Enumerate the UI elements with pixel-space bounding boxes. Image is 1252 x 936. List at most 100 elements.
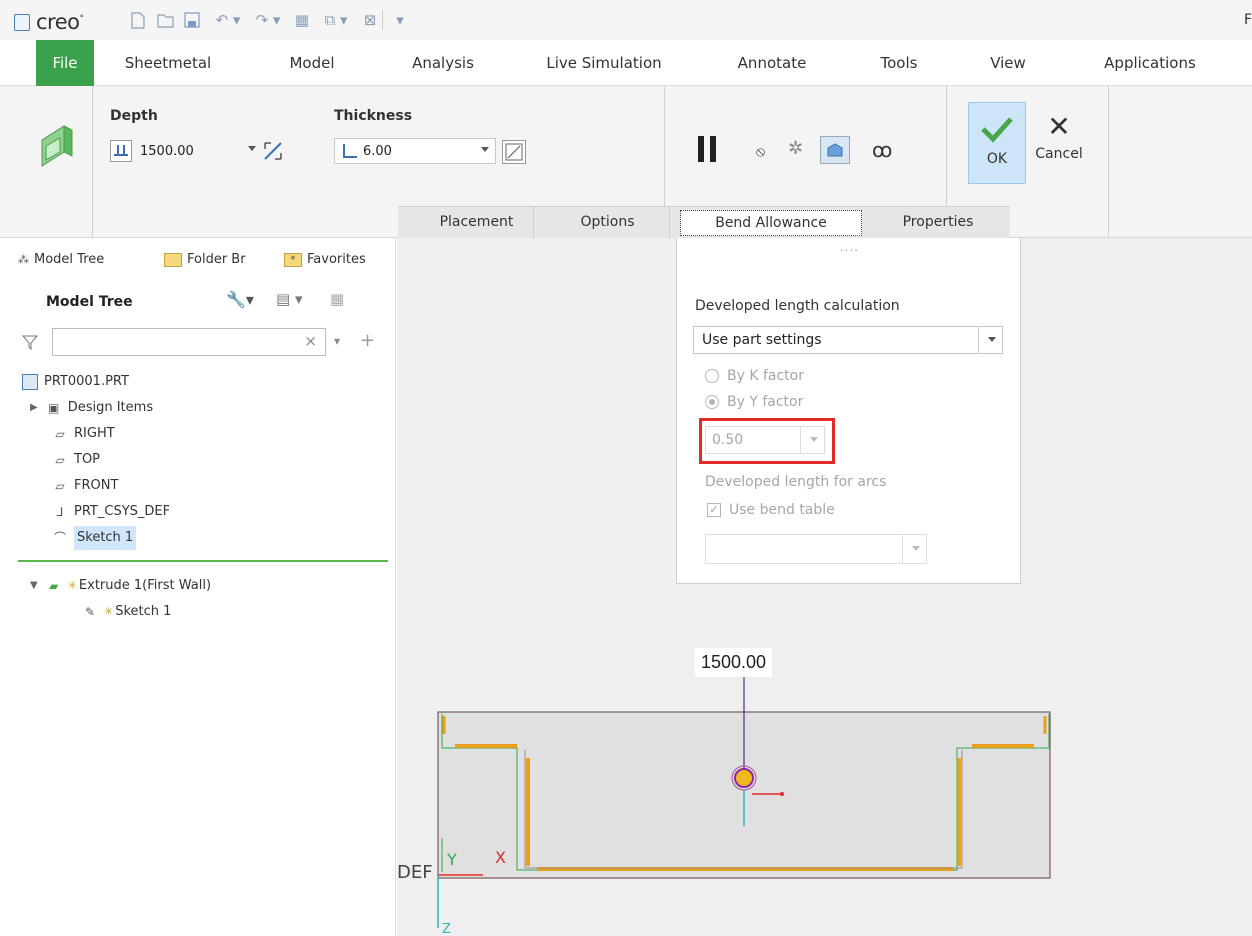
tree-item-design-items[interactable]: ▶ ▣ Design Items [30, 396, 153, 420]
bend-table-checkbox[interactable]: ✓ [707, 503, 721, 517]
bend-table-select[interactable] [705, 534, 927, 564]
k-factor-radio[interactable] [705, 369, 719, 383]
tree-item-extrude-sketch[interactable]: ✎ ✳ Sketch 1 [82, 600, 171, 624]
tab-tools[interactable]: Tools [864, 40, 934, 86]
depth-dimension-label[interactable]: 1500.00 [695, 648, 773, 677]
datum-plane-icon: ▱ [55, 427, 65, 441]
calculation-method-select[interactable]: Use part settings [693, 326, 1003, 354]
open-icon[interactable] [155, 10, 177, 30]
csys-label: DEF [397, 862, 433, 883]
save-icon[interactable] [182, 10, 202, 30]
arcs-label: Developed length for arcs [705, 474, 887, 490]
tree-item-right[interactable]: ▱ RIGHT [52, 422, 114, 446]
tab-view[interactable]: View [978, 40, 1038, 86]
show-icon[interactable]: ▤ ▾ [276, 290, 302, 308]
verify-icon[interactable]: ✲ [788, 138, 803, 159]
flip-thickness-icon[interactable] [502, 140, 526, 164]
geometry-preview-icon[interactable] [820, 136, 850, 164]
columns-icon[interactable]: ▦ [330, 290, 344, 308]
y-factor-option[interactable]: By Y factor [705, 394, 803, 410]
search-input[interactable]: × [52, 328, 326, 356]
y-axis-label: Y [447, 850, 457, 869]
flip-depth-icon[interactable] [262, 140, 284, 162]
tab-sheetmetal[interactable]: Sheetmetal [108, 40, 228, 86]
close-window-icon[interactable]: ⊠ [360, 10, 380, 30]
z-axis-label: Z [442, 922, 451, 936]
model-tree-icon: ⁂ [18, 253, 29, 266]
sketch-edit-icon: ✎ [84, 605, 96, 619]
tab-model[interactable]: Model [272, 40, 352, 86]
tree-item-part[interactable]: PRT0001.PRT [22, 370, 129, 394]
insert-indicator[interactable] [18, 560, 388, 562]
developed-length-heading: Developed length calculation [695, 298, 900, 314]
datum-plane-icon: ▱ [55, 479, 65, 493]
flat-wall-feature-icon [36, 116, 76, 176]
tab-live-simulation[interactable]: Live Simulation [532, 40, 676, 86]
part-icon [22, 374, 38, 390]
feature-dashboard: Depth 1500.00 Thickness 6.00 ⦸ ✲ ꝏ OK ✕ … [0, 86, 1252, 238]
coordinate-system-icon: ⅃ [56, 505, 64, 519]
thickness-field[interactable]: 6.00 [334, 138, 496, 164]
add-icon[interactable]: + [360, 330, 375, 351]
glasses-icon[interactable]: ꝏ [872, 138, 892, 162]
customize-icon[interactable]: ▾ [392, 10, 408, 30]
creo-logo: creo° [14, 10, 84, 34]
clear-icon[interactable]: × [304, 332, 317, 350]
tab-analysis[interactable]: Analysis [398, 40, 488, 86]
k-factor-option[interactable]: By K factor [705, 368, 804, 384]
filter-dropdown-icon[interactable]: ▾ [334, 334, 340, 348]
thickness-label: Thickness [334, 108, 413, 124]
tab-options[interactable]: Options [546, 206, 670, 238]
undo-icon[interactable]: ↶ ▾ [210, 10, 246, 30]
tree-item-front[interactable]: ▱ FRONT [52, 474, 118, 498]
ok-button[interactable]: OK [968, 102, 1026, 184]
new-icon[interactable] [128, 10, 148, 30]
x-axis-label: X [495, 848, 506, 867]
logo-text: creo [36, 10, 80, 34]
pause-icon[interactable] [698, 136, 716, 162]
settings-icon[interactable]: 🔧▾ [226, 290, 254, 309]
y-factor-radio[interactable] [705, 395, 719, 409]
redo-icon[interactable]: ↷ ▾ [250, 10, 286, 30]
checkmark-icon [981, 117, 1013, 143]
quick-access-toolbar: creo° ↶ ▾ ↷ ▾ ▦ ⧉ ▾ ⊠ ▾ F [0, 0, 1252, 40]
close-icon: ✕ [1047, 110, 1071, 143]
new-feature-star-icon: ✳ [104, 605, 114, 618]
tab-applications[interactable]: Applications [1088, 40, 1212, 86]
filter-icon[interactable] [21, 334, 39, 354]
no-preview-icon[interactable]: ⦸ [756, 144, 765, 160]
tab-folder-browser[interactable]: Folder Br [164, 246, 246, 274]
thickness-icon [343, 144, 357, 158]
tree-item-sketch-selected[interactable]: ⌒ Sketch 1 [52, 526, 137, 550]
tree-item-extrude[interactable]: ▼ ▰ ✳ Extrude 1(First Wall) [30, 574, 211, 598]
cancel-button[interactable]: ✕ Cancel [1030, 102, 1088, 184]
tab-bend-allowance[interactable]: Bend Allowance [680, 210, 862, 236]
tab-placement[interactable]: Placement [420, 206, 534, 238]
expand-icon[interactable]: ▶ [30, 396, 38, 420]
depth-label: Depth [110, 108, 158, 124]
panel-grip[interactable]: .... [677, 240, 1022, 254]
navigator-panel: ⁂ Model Tree Folder Br * Favorites Model… [0, 238, 396, 936]
depth-type-icon[interactable] [110, 140, 132, 162]
tab-properties[interactable]: Properties [872, 206, 1004, 238]
extrude-icon: ▰ [49, 579, 59, 593]
factor-value-combo[interactable]: 0.50 [705, 426, 825, 454]
window-title-fragment: F [1244, 12, 1252, 28]
ribbon-tabs: File Sheetmetal Model Analysis Live Simu… [0, 40, 1252, 86]
windows-icon[interactable]: ⧉ ▾ [318, 10, 354, 30]
tab-annotate[interactable]: Annotate [722, 40, 822, 86]
tab-favorites[interactable]: * Favorites [284, 246, 366, 274]
new-feature-star-icon: ✳ [67, 579, 77, 592]
collapse-icon[interactable]: ▼ [30, 574, 38, 598]
tab-model-tree[interactable]: ⁂ Model Tree [18, 246, 104, 274]
panel-title: Model Tree [46, 294, 133, 310]
depth-field[interactable]: 1500.00 [136, 138, 260, 164]
tree-item-csys[interactable]: ⅃ PRT_CSYS_DEF [52, 500, 170, 524]
favorites-icon: * [284, 253, 302, 267]
tab-file[interactable]: File [36, 40, 94, 86]
creo-cube-icon [14, 13, 30, 31]
tree-item-top[interactable]: ▱ TOP [52, 448, 100, 472]
regenerate-icon[interactable]: ▦ [292, 10, 312, 30]
bend-table-option[interactable]: ✓ Use bend table [707, 502, 835, 518]
folder-icon [164, 253, 182, 267]
